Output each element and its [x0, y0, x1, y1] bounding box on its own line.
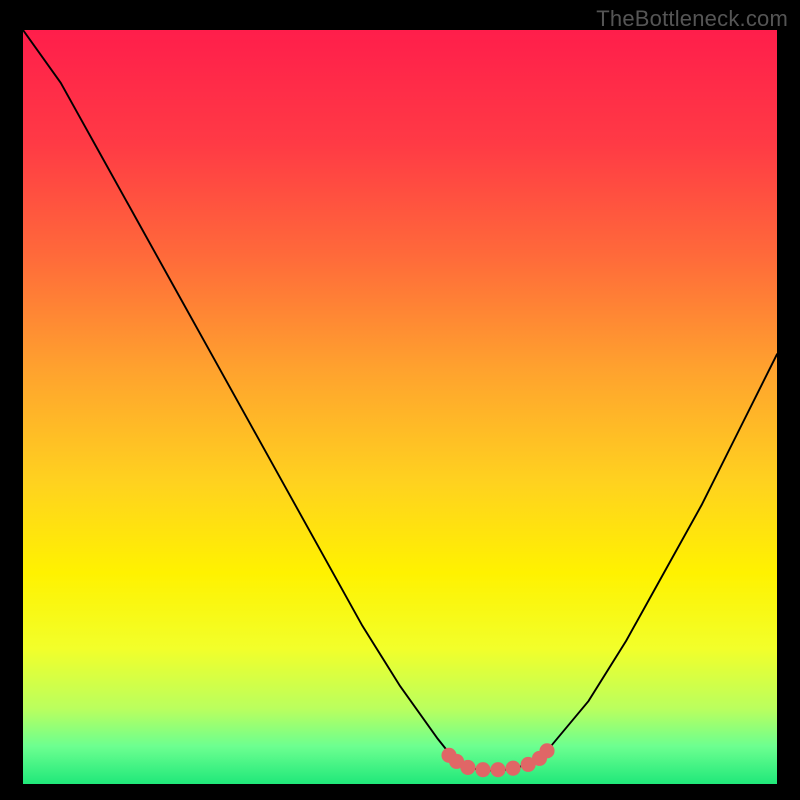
highlight-dot — [490, 762, 505, 777]
highlight-dots — [441, 743, 554, 777]
highlight-dot — [475, 762, 490, 777]
plot-area — [23, 30, 777, 784]
chart-frame: TheBottleneck.com — [0, 0, 800, 800]
highlight-dot — [539, 743, 554, 758]
curve-layer — [23, 30, 777, 784]
highlight-dot — [506, 761, 521, 776]
highlight-dot — [460, 760, 475, 775]
watermark-label: TheBottleneck.com — [596, 6, 788, 32]
bottleneck-curve — [23, 30, 777, 770]
